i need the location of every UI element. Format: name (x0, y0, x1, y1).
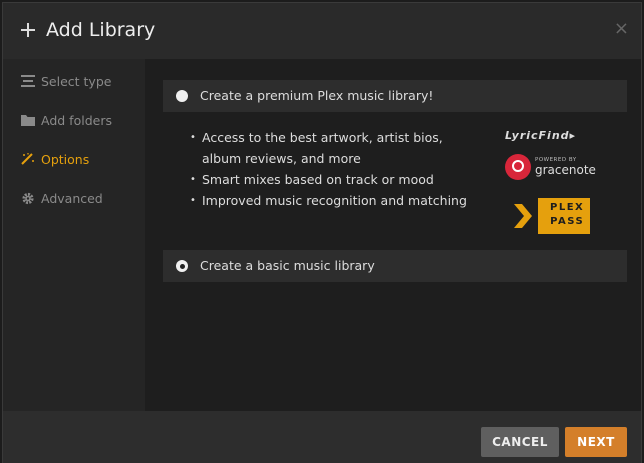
sidebar-item-label: Add folders (41, 113, 112, 128)
sidebar-item-label: Advanced (41, 191, 103, 206)
cancel-button[interactable]: CANCEL (481, 427, 559, 457)
sidebar-item-select-type[interactable]: Select type (3, 67, 145, 97)
sidebar-item-advanced[interactable]: Advanced (3, 184, 145, 214)
folder-icon (21, 115, 35, 126)
sidebar-item-add-folders[interactable]: Add folders (3, 106, 145, 136)
basic-option-label: Create a basic music library (200, 258, 375, 273)
options-panel: Create a premium Plex music library! Acc… (145, 59, 641, 411)
lyricfind-wordmark: LyricFind (505, 129, 570, 142)
premium-radio[interactable] (176, 90, 188, 102)
list-item: Smart mixes based on track or mood (188, 169, 468, 190)
dialog-footer: CANCEL NEXT (3, 411, 641, 463)
plus-icon (21, 23, 35, 37)
plex-pass-badge: PLEX PASS (508, 198, 590, 234)
dialog-title: Add Library (46, 19, 156, 41)
list-item: Access to the best artwork, artist bios,… (188, 127, 468, 169)
list-item: Improved music recognition and matching (188, 190, 468, 211)
sidebar-item-label: Select type (41, 74, 112, 89)
gear-icon (22, 192, 34, 205)
chevron-right-icon (514, 204, 532, 228)
list-icon (21, 75, 35, 87)
premium-features-list: Access to the best artwork, artist bios,… (188, 127, 468, 211)
close-icon[interactable]: × (614, 18, 629, 39)
premium-library-option[interactable]: Create a premium Plex music library! (163, 80, 627, 112)
plex-pass-text: PLEX PASS (550, 201, 584, 229)
basic-library-option[interactable]: Create a basic music library (163, 250, 627, 282)
next-button[interactable]: NEXT (565, 427, 627, 457)
plex-pass-line: PLEX (550, 202, 585, 213)
plex-pass-line: PASS (550, 216, 585, 227)
gracenote-wordmark: gracenote (535, 163, 596, 177)
sidebar-item-label: Options (41, 152, 90, 167)
play-icon: ▸ (569, 129, 577, 142)
gracenote-icon (505, 154, 531, 180)
wand-icon (21, 153, 34, 165)
sidebar-item-options[interactable]: Options (3, 145, 145, 175)
basic-radio[interactable] (176, 260, 188, 272)
dialog-header: Add Library × (3, 3, 641, 59)
premium-option-label: Create a premium Plex music library! (200, 88, 434, 103)
gracenote-logo: POWERED BY gracenote (505, 154, 605, 182)
wizard-sidebar: Select type Add folders Options Advanced (3, 59, 145, 411)
add-library-dialog: Add Library × Select type Add folders Op… (2, 2, 642, 463)
lyricfind-logo: LyricFind▸ (505, 129, 576, 142)
